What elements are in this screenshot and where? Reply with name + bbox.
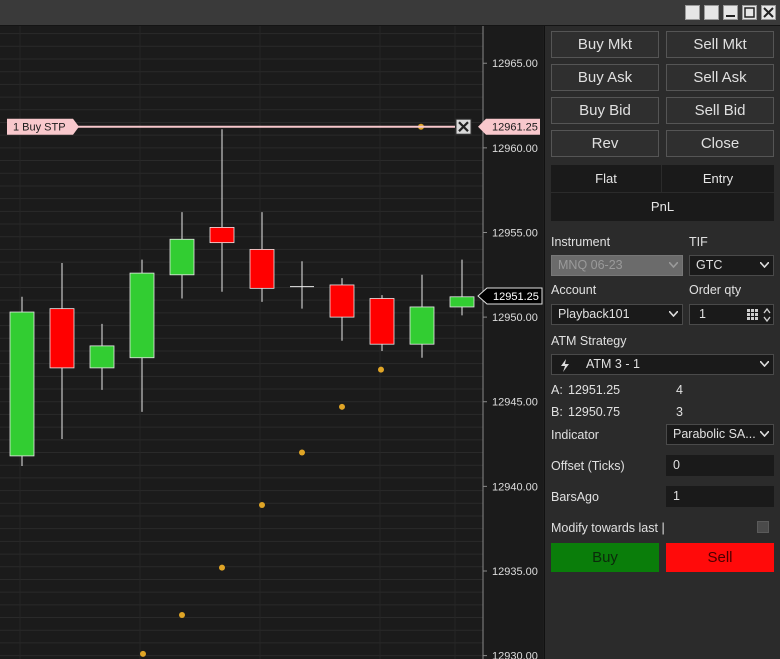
parabolic-sar-dot	[219, 564, 225, 571]
chevron-down-icon	[669, 311, 678, 317]
position-entry: Entry	[662, 165, 774, 192]
buy-market-button[interactable]: Buy Mkt	[551, 31, 659, 58]
candle-body	[369, 298, 395, 345]
tif-select[interactable]: GTC	[689, 255, 774, 276]
bid-price: 12950.75	[568, 405, 621, 419]
buy-stop-order-line[interactable]: 1 Buy STP 12961.25	[7, 118, 540, 135]
buy-bid-button[interactable]: Buy Bid	[551, 97, 659, 124]
candle	[89, 323, 115, 390]
price-tick-label: 12945.00	[492, 397, 538, 409]
modify-towards-last-checkbox[interactable]	[757, 521, 769, 533]
candle-body	[89, 345, 115, 369]
ask-price: 12951.25	[568, 383, 621, 397]
candle	[209, 129, 235, 292]
sell-market-button[interactable]: Sell Mkt	[666, 31, 774, 58]
close-position-button[interactable]: Close	[666, 130, 774, 157]
maximize-icon[interactable]	[742, 5, 757, 20]
chevron-down-icon	[760, 431, 769, 437]
indicator-label: Indicator	[551, 428, 599, 442]
chevron-down-icon	[669, 262, 678, 268]
offset-ticks-label: Offset (Ticks)	[551, 459, 625, 473]
atm-strategy-select[interactable]: ATM 3 - 1	[551, 354, 774, 375]
minimize-icon[interactable]	[723, 5, 738, 20]
candle-body	[449, 296, 475, 308]
parabolic-sar-dot	[378, 366, 384, 373]
position-pnl: PnL	[551, 193, 774, 221]
parabolic-sar-dot	[179, 611, 185, 618]
candle-body	[49, 308, 75, 369]
candle-body	[209, 227, 235, 244]
reverse-button[interactable]: Rev	[551, 130, 659, 157]
price-tick-label: 12950.00	[492, 312, 538, 324]
price-tick-label: 12935.00	[492, 566, 538, 578]
sell-bid-button[interactable]: Sell Bid	[666, 97, 774, 124]
buy-button[interactable]: Buy	[551, 543, 659, 572]
account-select[interactable]: Playback101	[551, 304, 683, 325]
indicator-select[interactable]: Parabolic SA...	[666, 424, 774, 445]
candle	[9, 296, 35, 467]
candle-body	[249, 249, 275, 289]
window-titlebar	[0, 0, 780, 26]
candle-body	[9, 311, 35, 457]
price-tick-label: 12965.00	[492, 58, 538, 70]
parabolic-sar-dot	[140, 650, 146, 657]
candle	[290, 261, 314, 309]
offset-ticks-input[interactable]: 0	[666, 455, 774, 476]
price-tick-label: 12940.00	[492, 481, 538, 493]
parabolic-sar-dot	[299, 449, 305, 456]
current-price-label: 12951.25	[493, 291, 539, 303]
calculator-icon[interactable]	[747, 309, 759, 321]
order-price-label: 12961.25	[492, 122, 538, 134]
position-flat: Flat	[551, 165, 661, 192]
candle-body	[129, 272, 155, 359]
bars-ago-input[interactable]: 1	[666, 486, 774, 507]
candle	[249, 212, 275, 302]
chart-trader-panel: Buy Mkt Sell Mkt Buy Ask Sell Ask Buy Bi…	[544, 26, 780, 659]
instrument-select[interactable]: MNQ 06-23	[551, 255, 683, 276]
account-label: Account	[551, 283, 597, 297]
modify-towards-last-label: Modify towards last |	[551, 521, 665, 535]
price-tick-label: 12955.00	[492, 227, 538, 239]
price-tick-label: 12930.00	[492, 651, 538, 659]
price-chart[interactable]: 12965.00 12960.00 12955.00 12950.00 12945.00…	[0, 26, 543, 659]
lightning-icon	[561, 359, 569, 372]
candle-body	[169, 238, 195, 276]
sell-button[interactable]: Sell	[666, 543, 774, 572]
parabolic-sar-dot	[259, 501, 265, 508]
cancel-order-icon[interactable]	[455, 118, 472, 135]
current-price-marker: 12951.25	[477, 287, 543, 305]
spinner-icon[interactable]	[763, 307, 771, 323]
bid-label: B:	[551, 405, 563, 419]
ask-label: A:	[551, 383, 563, 397]
order-qty-label: Order qty	[689, 283, 742, 297]
candle	[169, 212, 195, 299]
bid-size: 3	[676, 405, 683, 419]
atm-strategy-label: ATM Strategy	[551, 334, 627, 348]
candle-body	[329, 284, 355, 318]
ask-size: 4	[676, 383, 683, 397]
candle	[49, 262, 75, 439]
bars-ago-label: BarsAgo	[551, 490, 599, 504]
link-icon[interactable]	[685, 5, 700, 20]
buy-ask-button[interactable]: Buy Ask	[551, 64, 659, 91]
candle	[329, 278, 355, 341]
candle-body	[409, 306, 435, 345]
chevron-down-icon	[760, 262, 769, 268]
chart-canvas[interactable]: 12965.00 12960.00 12955.00 12950.00 12945.00…	[0, 26, 543, 659]
parabolic-sar-dot	[339, 403, 345, 410]
candle	[369, 295, 395, 351]
close-icon[interactable]	[761, 5, 776, 20]
order-label: 1 Buy STP	[13, 122, 66, 134]
price-tick-label: 12960.00	[492, 143, 538, 155]
sell-ask-button[interactable]: Sell Ask	[666, 64, 774, 91]
order-qty-input[interactable]: 1	[689, 304, 774, 325]
tif-label: TIF	[689, 235, 708, 249]
chevron-down-icon	[760, 361, 769, 367]
instrument-label: Instrument	[551, 235, 611, 249]
link-icon[interactable]	[704, 5, 719, 20]
